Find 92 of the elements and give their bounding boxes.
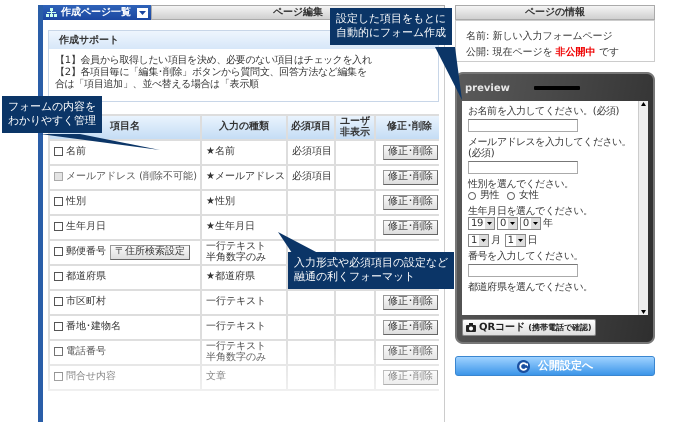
form-label: 都道府県を選んでください。 (468, 282, 594, 293)
field-name: 電話番号 (66, 346, 106, 358)
input-type-text: ★都道府県 (206, 272, 256, 283)
checkbox[interactable] (54, 372, 63, 382)
scroll-down-icon[interactable] (640, 309, 647, 315)
radio-button[interactable] (468, 192, 476, 200)
edit-delete-button[interactable]: 修正･削除 (383, 345, 438, 360)
info-text: 公開: 現在ページを 非公開中 です (466, 46, 620, 60)
checkbox[interactable] (54, 272, 63, 282)
support-text: 合は「項目追加」、並べ替える場合は「表示順 (55, 79, 260, 91)
text-field[interactable] (468, 118, 578, 132)
field-name: 名前 (66, 146, 86, 158)
unit-label: 年 (542, 218, 552, 230)
checkbox[interactable] (54, 297, 63, 306)
field-name: 都道府県 (66, 271, 106, 282)
radio-label: 男性 (480, 190, 500, 202)
support-text: 【2】各項目毎に「編集･削除」ボタンから質問文、回答方法など編集を (55, 67, 368, 78)
scrollbar[interactable] (638, 101, 648, 315)
unit-label: 日 (528, 234, 538, 246)
dropdown[interactable]: 1 (468, 234, 489, 247)
field-name: 番地･建物名 (66, 321, 121, 332)
required-cell: 必須項目 (287, 140, 335, 165)
sitemap-icon (46, 8, 57, 17)
edit-delete-button[interactable]: 修正･削除 (383, 145, 438, 160)
input-type-text: 一行テキスト (206, 242, 267, 252)
speaker-slot-icon (534, 86, 580, 90)
callout-text: 融通の利くフォーマット (294, 270, 415, 285)
column-header: 入力の種類 (201, 115, 287, 140)
column-header: 必須項目 (287, 115, 335, 140)
field-name: 郵便番号 (66, 246, 106, 258)
refresh-icon (517, 360, 530, 372)
camera-icon (466, 323, 476, 332)
form-label: お名前を入力してください。(必須) (468, 106, 620, 118)
input-type-text: ★名前 (206, 147, 236, 158)
input-type-text: 半角数字のみ (206, 252, 267, 263)
field-name: 問合せ内容 (66, 371, 116, 382)
edit-delete-button[interactable]: 修正･削除 (383, 370, 438, 385)
unit-label: 月 (490, 234, 501, 246)
text-field[interactable] (468, 160, 578, 174)
dropdown[interactable]: 0 (496, 217, 518, 230)
dropdown[interactable]: 1 (504, 234, 526, 247)
caret-icon (530, 218, 540, 229)
form-label: 番号を入力してください。 (468, 251, 584, 262)
input-type-text: 一行テキスト (206, 297, 267, 308)
form-label: 生年月日を選んでください。 (468, 206, 594, 217)
checkbox[interactable] (54, 147, 63, 156)
field-name: 市区町村 (66, 296, 106, 308)
caret-icon (484, 218, 494, 229)
text-field[interactable] (468, 264, 578, 276)
support-text: 【1】会員から取得したい項目を決め、必要のない項目はチェックを入れ (55, 55, 373, 66)
callout-pointer (435, 47, 462, 100)
checkbox[interactable] (54, 347, 63, 356)
form-label: メールアドレスを入力してください。 (468, 136, 632, 148)
callout-text: 入力形式や必須項目の設定など (294, 256, 448, 270)
caret-icon (516, 235, 525, 246)
edit-delete-button[interactable]: 修正･削除 (383, 320, 438, 335)
panel-title: ページの情報 (455, 5, 655, 20)
input-type-text: 一行テキスト (206, 342, 267, 352)
input-type-text: ★メールアドレス (206, 172, 284, 183)
input-type-text: ★生年月日 (206, 222, 256, 233)
preview-logo: preview (465, 82, 510, 96)
qr-code-button[interactable]: QRコード (携帯電話で確認) (462, 319, 596, 336)
radio-label: 女性 (519, 190, 538, 202)
address-search-button[interactable]: 〒住所検索設定 (110, 245, 190, 260)
panel-tab[interactable]: 作成ページ一覧 (43, 5, 151, 20)
field-name: 生年月日 (66, 221, 106, 232)
caret-icon (478, 235, 488, 246)
required-cell: 必須項目 (287, 165, 335, 190)
column-header: ユーザ非表示 (335, 115, 375, 140)
form-label: (必須) (468, 148, 496, 160)
edit-delete-button[interactable]: 修正･削除 (383, 195, 438, 210)
field-name: 性別 (66, 196, 86, 208)
checkbox[interactable] (54, 322, 63, 332)
callout-text: フォームの内容を (8, 100, 96, 114)
form-label: 性別を選んでください。 (468, 178, 575, 190)
caret-icon (508, 218, 517, 229)
info-text: 名前: 新しい入力フォームページ (466, 30, 614, 44)
checkbox[interactable] (54, 247, 63, 256)
scroll-up-icon[interactable] (640, 101, 647, 107)
input-type-text: 一行テキスト (206, 322, 267, 333)
input-type-text: 半角数字のみ (206, 352, 267, 363)
field-name: メールアドレス (削除不可能) (66, 171, 197, 182)
dropdown[interactable]: 0 (520, 217, 541, 230)
edit-delete-button[interactable]: 修正･削除 (383, 220, 438, 235)
input-type-text: ★性別 (206, 197, 236, 208)
input-type-text: 文章 (206, 372, 227, 383)
radio-button[interactable] (507, 192, 516, 200)
edit-delete-button[interactable]: 修正･削除 (383, 295, 438, 310)
checkbox[interactable] (54, 222, 63, 232)
dropdown[interactable]: 19 (468, 217, 495, 230)
dropdown-icon[interactable] (137, 8, 148, 18)
checkbox[interactable] (54, 197, 63, 206)
